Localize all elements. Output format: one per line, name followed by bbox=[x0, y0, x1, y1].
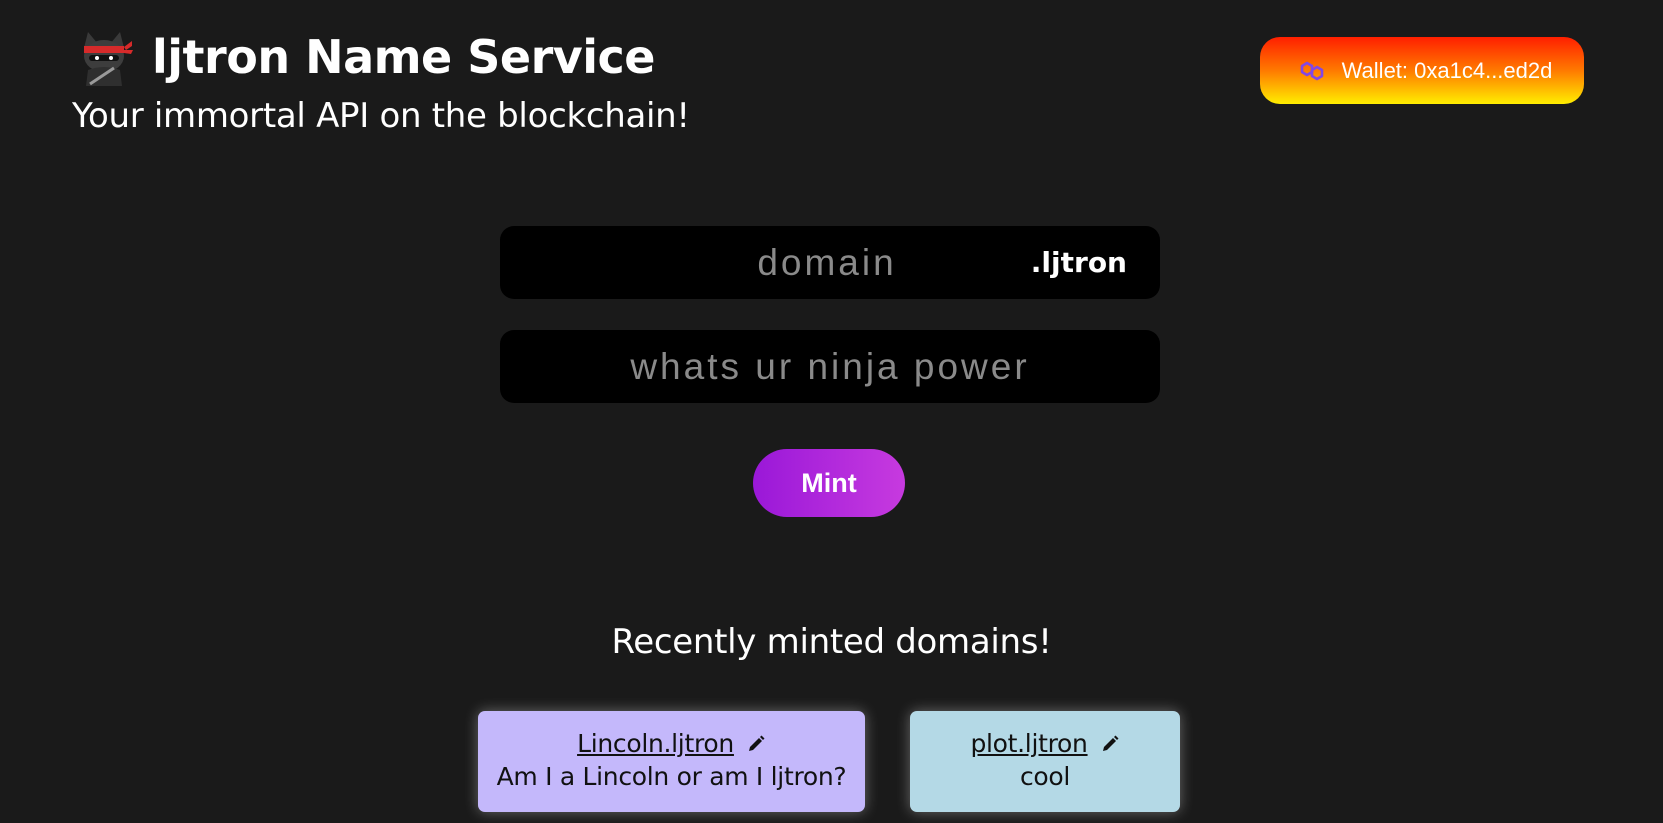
page-title: ljtron Name Service bbox=[152, 30, 656, 84]
domain-record: Am I a Lincoln or am I ljtron? bbox=[496, 762, 847, 791]
ninja-power-input[interactable] bbox=[500, 330, 1160, 403]
domain-card: Lincoln.ljtron Am I a Lincoln or am I lj… bbox=[478, 711, 865, 812]
page-subtitle: Your immortal API on the blockchain! bbox=[72, 96, 690, 136]
polygon-icon bbox=[1300, 61, 1323, 80]
record-field bbox=[500, 330, 1160, 403]
wallet-address: Wallet: 0xa1c4...ed2d bbox=[1341, 57, 1553, 83]
domain-card: plot.ljtron cool bbox=[910, 711, 1180, 812]
recent-domains-heading: Recently minted domains! bbox=[611, 622, 1052, 662]
pencil-icon[interactable] bbox=[1100, 734, 1120, 754]
domain-link[interactable]: plot.ljtron bbox=[970, 729, 1087, 758]
page: ljtron Name Service Your immortal API on… bbox=[0, 0, 1663, 823]
ninja-cat-icon bbox=[84, 32, 133, 86]
wallet-button[interactable]: Wallet: 0xa1c4...ed2d bbox=[1260, 37, 1584, 104]
domain-link[interactable]: Lincoln.ljtron bbox=[577, 729, 734, 758]
pencil-icon[interactable] bbox=[746, 734, 766, 754]
domain-record: cool bbox=[1019, 762, 1071, 791]
brand: ljtron Name Service bbox=[74, 28, 656, 86]
tld-suffix: .ljtron bbox=[1030, 246, 1127, 279]
mint-button[interactable]: Mint bbox=[753, 449, 905, 517]
domain-field: .ljtron bbox=[500, 226, 1160, 299]
